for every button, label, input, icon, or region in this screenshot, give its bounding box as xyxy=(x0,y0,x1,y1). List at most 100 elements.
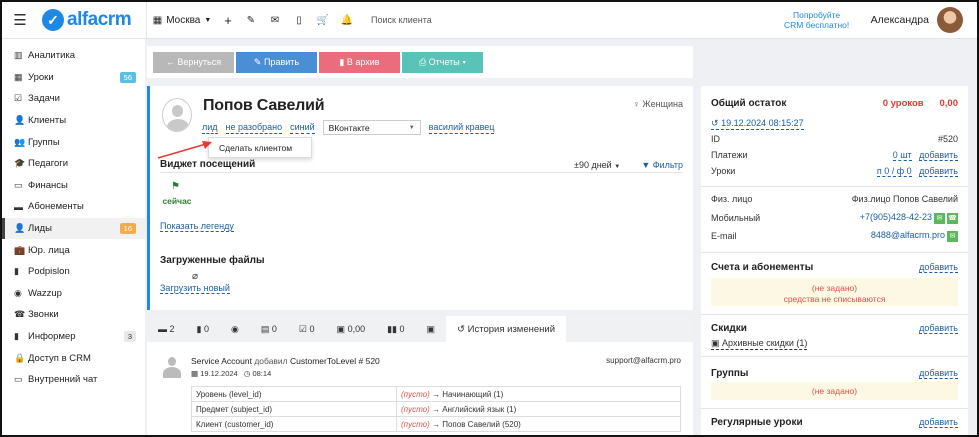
money-icon: ▭ xyxy=(14,179,23,190)
phone-icon: ▮ xyxy=(14,266,19,277)
menu-icon[interactable]: ☰ xyxy=(6,11,34,29)
call-icon[interactable]: ☎ xyxy=(947,212,958,224)
sidebar-item-subscriptions[interactable]: ▬ Абонементы xyxy=(2,196,145,218)
sidebar-item-finance[interactable]: ▭ Финансы xyxy=(2,175,145,197)
tab-documents[interactable]: ▤ 0 xyxy=(250,316,288,342)
user-name[interactable]: Александра xyxy=(871,14,929,26)
client-photo[interactable] xyxy=(162,98,192,132)
email-icon[interactable]: ✉ xyxy=(947,230,958,242)
cart-icon[interactable]: 🛒 xyxy=(311,2,335,39)
id-label: ID xyxy=(711,134,720,144)
not-set-text: (не задано) xyxy=(811,386,858,396)
lessons-count-link[interactable]: п 0 / ф 0 xyxy=(876,166,912,177)
status-tag-lead[interactable]: лид xyxy=(202,122,218,134)
mobile-value[interactable]: +7(905)428-42-23 xyxy=(860,212,932,222)
sidebar-item-tasks[interactable]: ☑ Задачи xyxy=(2,88,145,110)
sidebar-item-lessons[interactable]: ▦ Уроки 56 xyxy=(2,67,145,89)
balance-date-link[interactable]: ↺ 19.12.2024 08:15:27 xyxy=(711,118,804,130)
user-icon: 👤 xyxy=(14,223,26,234)
tasks-icon: ☑ xyxy=(298,323,307,334)
sidebar-item-calls[interactable]: ☎ Звонки xyxy=(2,304,145,326)
new-value: Начинающий (1) xyxy=(442,389,504,399)
bell-icon[interactable]: 🔔 xyxy=(335,2,359,39)
sidebar-item-label: Группы xyxy=(28,136,60,148)
sidebar-item-crm-access[interactable]: 🔒 Доступ в CRM xyxy=(2,347,145,369)
mail-icon[interactable]: ✉ xyxy=(263,2,287,39)
tab-payments[interactable]: ▣ 0,00 xyxy=(326,316,377,342)
sidebar-item-groups[interactable]: 👥 Группы xyxy=(2,131,145,153)
amount-left: 0,00 xyxy=(939,98,959,109)
tab-tasks[interactable]: ☑ 0 xyxy=(288,316,326,342)
back-button[interactable]: ← Вернуться xyxy=(153,51,234,73)
client-card: Попов Савелий ♀ Женщина лид не разобрано… xyxy=(147,86,693,310)
add-button[interactable]: + xyxy=(217,2,239,39)
groups-header: Группы добавить xyxy=(711,368,958,379)
city-select[interactable]: ▦ Москва ▼ xyxy=(147,2,217,39)
sidebar-item-leads[interactable]: 👤 Лиды 16 xyxy=(2,217,145,240)
add-account-link[interactable]: добавить xyxy=(919,262,958,273)
sidebar-item-chat[interactable]: ▭ Внутренний чат xyxy=(2,369,145,391)
sidebar-item-podpislon[interactable]: ▮ Podpislon xyxy=(2,261,145,283)
search-input[interactable]: Поиск клиента xyxy=(371,15,571,25)
person-value: Физ.лицо Попов Савелий xyxy=(851,194,958,204)
show-legend-link[interactable]: Показать легенду xyxy=(160,221,234,232)
avatar[interactable] xyxy=(937,7,963,33)
sidebar-item-analytics[interactable]: ▥ Аналитика xyxy=(2,45,145,67)
sms-icon[interactable]: ✉ xyxy=(934,212,945,224)
wrench-icon[interactable]: ✎ xyxy=(239,2,263,39)
add-lesson-link[interactable]: добавить xyxy=(919,166,958,177)
sidebar-item-informer[interactable]: ▮ Информер 3 xyxy=(2,326,145,348)
payments-row: Платежи 0 шт добавить xyxy=(711,150,958,161)
history-table: Уровень (level_id) (пусто) → Начинающий … xyxy=(191,386,681,432)
email-value[interactable]: 8488@alfacrm.pro xyxy=(871,230,945,240)
add-group-link[interactable]: добавить xyxy=(919,368,958,379)
reports-button[interactable]: ⎙ Отчеты ▾ xyxy=(402,51,483,73)
logo[interactable]: ✓ alfacrm xyxy=(42,9,146,31)
upload-file-link[interactable]: Загрузить новый xyxy=(160,283,230,294)
tab-notes[interactable]: ▮ 0 xyxy=(186,316,220,342)
sidebar-item-teachers[interactable]: 🎓 Педагоги xyxy=(2,153,145,175)
camera-icon: ▣ xyxy=(426,323,436,334)
tab-count: 0 xyxy=(399,324,405,334)
sidebar-item-wazzup[interactable]: ◉ Wazzup xyxy=(2,283,145,305)
tab-attendance[interactable]: ▮▮ 0 xyxy=(376,316,415,342)
add-discount-link[interactable]: добавить xyxy=(919,323,958,334)
no-charge-text: средства не списываются xyxy=(783,294,886,304)
source-select[interactable]: ВКонтакте ▼ xyxy=(322,120,421,135)
tab-camera[interactable]: ▣ xyxy=(416,316,447,342)
files-title: Загруженные файлы xyxy=(160,255,265,266)
author-avatar xyxy=(162,356,182,378)
phone-icon[interactable]: ▯ xyxy=(287,2,311,39)
status-tag-unsorted[interactable]: не разобрано xyxy=(225,122,283,134)
archive-discounts-link[interactable]: ▣ Архивные скидки (1) xyxy=(711,338,808,350)
sidebar-item-clients[interactable]: 👤 Клиенты xyxy=(2,110,145,132)
sidebar-item-legal[interactable]: 💼 Юр. лица xyxy=(2,239,145,261)
sidebar-item-label: Задачи xyxy=(28,93,60,105)
tab-comments[interactable]: ▬ 2 xyxy=(147,316,186,342)
manager-link[interactable]: василий кравец xyxy=(428,122,495,134)
period-select[interactable]: ±90 дней ▼ xyxy=(574,160,620,170)
payments-count-link[interactable]: 0 шт xyxy=(892,150,912,161)
edit-button[interactable]: ✎ Править xyxy=(236,51,317,73)
tab-history[interactable]: ↺ История изменений xyxy=(446,316,567,342)
archive-button[interactable]: ▮ В архив xyxy=(319,51,400,73)
try-crm-link[interactable]: Попробуйте CRM бесплатно! xyxy=(777,10,857,30)
phone-icon: ▮ xyxy=(14,331,19,342)
pause-icon: ▮▮ xyxy=(387,323,397,334)
building-icon: ▦ xyxy=(152,14,163,26)
email-row: E-mail 8488@alfacrm.pro ✉ xyxy=(711,230,958,242)
divider xyxy=(701,252,968,253)
sidebar-item-label: Юр. лица xyxy=(28,244,70,256)
date-row: ↺ 19.12.2024 08:15:27 xyxy=(711,118,958,130)
caret-down-icon: ▼ xyxy=(204,16,212,24)
field-change: (пусто) → Попов Савелий (520) xyxy=(396,416,681,432)
client-name: Попов Савелий xyxy=(203,97,325,114)
make-client-menu-item[interactable]: Сделать клиентом xyxy=(208,137,312,158)
new-value: Английский язык (1) xyxy=(442,404,517,414)
filter-button[interactable]: ▼ Фильтр xyxy=(641,160,683,170)
color-tag[interactable]: синий xyxy=(290,122,315,134)
tab-whatsapp[interactable]: ◉ xyxy=(220,316,250,342)
divider xyxy=(701,408,968,409)
add-payment-link[interactable]: добавить xyxy=(919,150,958,161)
add-regular-link[interactable]: добавить xyxy=(919,417,958,428)
